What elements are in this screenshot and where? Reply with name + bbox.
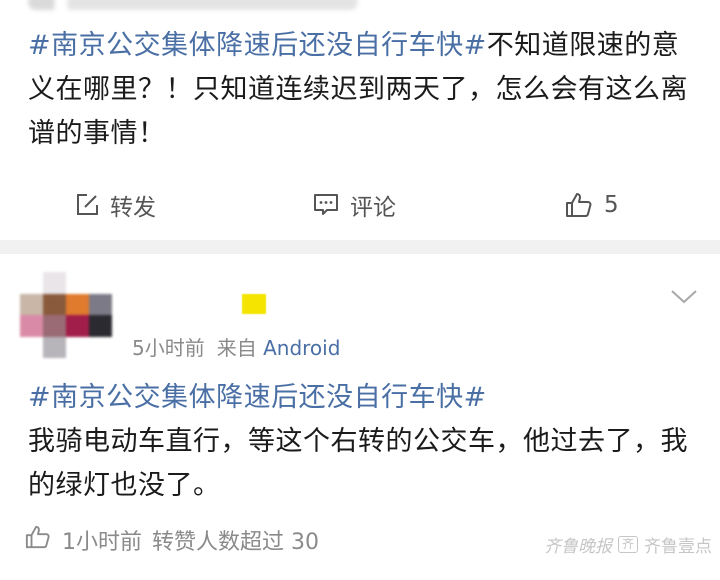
blurred-header [28, 0, 358, 10]
feed-divider [0, 240, 720, 254]
watermark-script: 齐鲁晚报 [543, 537, 612, 557]
post-card-top: #南京公交集体降速后还没自行车快#不知道限速的意义在哪里？！只知道连续迟到两天了… [0, 0, 720, 240]
comment-button[interactable]: 评论 [312, 180, 396, 230]
post-meta: 5小时前 来自 Android [132, 332, 340, 361]
footer-time: 1小时前 [62, 530, 142, 555]
post-card: 5小时前 来自 Android #南京公交集体降速后还没自行车快# 我骑电动车直… [0, 254, 720, 580]
repost-icon [74, 192, 100, 218]
chevron-down-icon[interactable] [668, 286, 700, 310]
repost-label: 转发 [110, 195, 156, 221]
post-body: 我骑电动车直行，等这个右转的公交车，他过去了，我的绿灯也没了。 [28, 426, 688, 501]
like-icon[interactable] [24, 524, 52, 556]
post-text: #南京公交集体降速后还没自行车快#不知道限速的意义在哪里？！只知道连续迟到两天了… [28, 24, 698, 156]
comment-label: 评论 [350, 195, 396, 221]
post-from: 来自 [216, 336, 257, 360]
watermark: 齐鲁晚报 齐 齐鲁壹点 [544, 532, 712, 557]
hashtag-link[interactable]: #南京公交集体降速后还没自行车快# [28, 376, 698, 420]
watermark-logo-icon: 齐 [617, 536, 638, 553]
like-count: 5 [604, 192, 619, 218]
avatar[interactable] [20, 272, 112, 358]
post-time: 5小时前 [132, 336, 205, 360]
repost-button[interactable]: 转发 [74, 180, 156, 230]
post-source: Android [263, 336, 341, 360]
like-button[interactable]: 5 [564, 180, 619, 230]
like-icon [564, 191, 594, 219]
action-bar: 转发 评论 5 [0, 180, 720, 230]
post-text: #南京公交集体降速后还没自行车快# 我骑电动车直行，等这个右转的公交车，他过去了… [28, 376, 698, 508]
hashtag-link[interactable]: #南京公交集体降速后还没自行车快# [28, 30, 487, 61]
footer-stats: 转赞人数超过 30 [152, 530, 319, 555]
watermark-logo-text: 齐鲁壹点 [644, 537, 712, 557]
comment-icon [312, 192, 340, 218]
username-redacted [242, 294, 266, 314]
post-footer: 1小时前 转赞人数超过 30 [24, 522, 319, 558]
